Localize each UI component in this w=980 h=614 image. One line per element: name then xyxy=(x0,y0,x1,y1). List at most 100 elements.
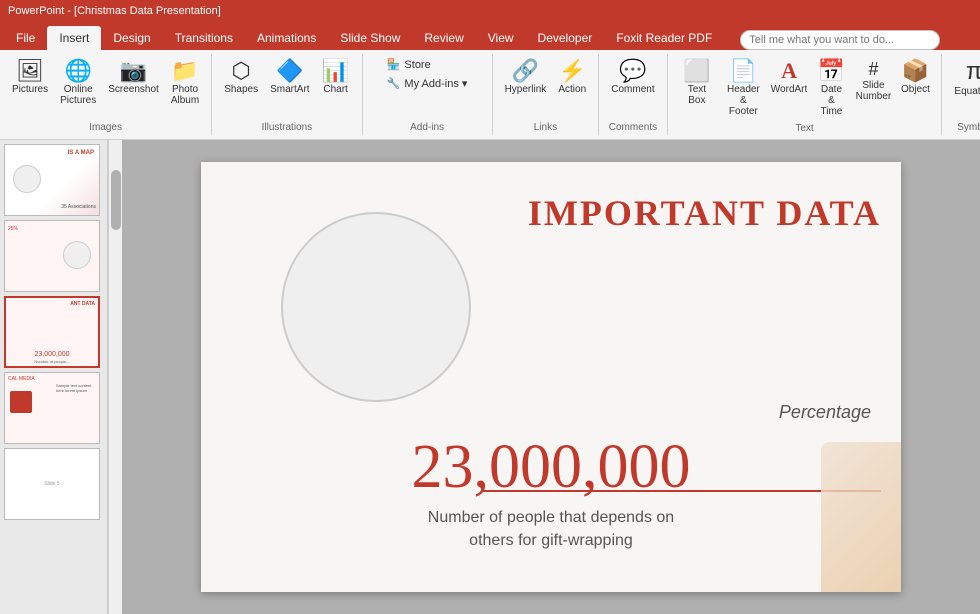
slide-thumb-4[interactable]: CAL MEDIA Sample text content here lorem… xyxy=(4,372,100,444)
hyperlink-button[interactable]: 🔗 Hyperlink xyxy=(499,56,553,99)
title-bar-text: PowerPoint - [Christmas Data Presentatio… xyxy=(8,5,221,17)
slide-panel: 1 IS A MAP 35 Associations 2 25% 3 xyxy=(0,140,108,614)
slide-4-label: CAL MEDIA xyxy=(8,376,35,382)
slide-canvas: IMPORTANT DATA Percentage 23,000,000 Num… xyxy=(201,162,901,592)
myadd-label: My Add-ins ▾ xyxy=(404,77,467,90)
slide-thumb-1[interactable]: IS A MAP 35 Associations xyxy=(4,144,100,216)
object-button[interactable]: 📦 Object xyxy=(895,56,935,99)
ribbon-group-addins-items: 🏪 Store 🔧 My Add-ins ▾ xyxy=(383,56,472,120)
slide-4-text: Sample text content here lorem ipsum xyxy=(56,383,96,393)
chart-icon: 📊 xyxy=(322,60,349,82)
slide-3-title: ANT DATA xyxy=(70,301,95,307)
tab-file[interactable]: File xyxy=(4,26,47,50)
chart-button[interactable]: 📊 Chart xyxy=(316,56,356,99)
slide-number-icon: # xyxy=(868,60,878,78)
date-time-icon: 📅 xyxy=(818,60,845,82)
tab-foxit[interactable]: Foxit Reader PDF xyxy=(604,26,724,50)
addins-group-label: Add-ins xyxy=(369,120,486,133)
store-button[interactable]: 🏪 Store xyxy=(383,56,472,73)
myadd-icon: 🔧 xyxy=(387,77,401,90)
slide-percentage-label: Percentage xyxy=(779,402,871,423)
slide-1-wrapper: 1 IS A MAP 35 Associations xyxy=(4,144,103,216)
slide-1-title: IS A MAP xyxy=(68,150,94,156)
tab-animations[interactable]: Animations xyxy=(245,26,328,50)
smartart-button[interactable]: 🔷 SmartArt xyxy=(264,56,315,99)
slide-thumb-4-inner: CAL MEDIA Sample text content here lorem… xyxy=(5,373,99,443)
textbox-label: Text Box xyxy=(680,84,715,106)
tab-transitions[interactable]: Transitions xyxy=(163,26,245,50)
ribbon-group-links-items: 🔗 Hyperlink ⚡ Action xyxy=(499,56,593,120)
tab-insert[interactable]: Insert xyxy=(47,26,101,50)
slide-thumb-2[interactable]: 25% xyxy=(4,220,100,292)
screenshot-label: Screenshot xyxy=(108,84,159,95)
tab-developer[interactable]: Developer xyxy=(526,26,605,50)
slide-big-number: 23,000,000 xyxy=(201,432,901,503)
action-button[interactable]: ⚡ Action xyxy=(552,56,592,99)
object-label: Object xyxy=(901,84,930,95)
online-pictures-label: OnlinePictures xyxy=(60,84,96,106)
photo-album-button[interactable]: 📁 PhotoAlbum xyxy=(165,56,205,110)
ribbon-group-illustrations-items: ⬡ Shapes 🔷 SmartArt 📊 Chart xyxy=(218,56,355,120)
photo-album-label: PhotoAlbum xyxy=(171,84,199,106)
links-group-label: Links xyxy=(499,120,593,133)
online-pictures-button[interactable]: 🌐 OnlinePictures xyxy=(54,56,102,110)
shapes-button[interactable]: ⬡ Shapes xyxy=(218,56,264,99)
object-icon: 📦 xyxy=(902,60,929,82)
symbols-group-label: Symb... xyxy=(948,120,980,133)
myadd-button[interactable]: 🔧 My Add-ins ▾ xyxy=(383,75,472,92)
slide-3-desc: Number of people... xyxy=(6,359,98,364)
tab-review[interactable]: Review xyxy=(412,26,475,50)
ribbon: 🖼 Pictures 🌐 OnlinePictures 📷 Screenshot… xyxy=(0,50,980,140)
canvas-area: IMPORTANT DATA Percentage 23,000,000 Num… xyxy=(122,140,980,614)
store-label: Store xyxy=(404,59,430,71)
ribbon-group-text: ⬜ Text Box 📄 Header& Footer A WordArt 📅 … xyxy=(668,54,943,135)
ribbon-group-images: 🖼 Pictures 🌐 OnlinePictures 📷 Screenshot… xyxy=(0,54,212,135)
comment-button[interactable]: 💬 Comment xyxy=(605,56,660,99)
textbox-button[interactable]: ⬜ Text Box xyxy=(674,56,721,110)
tell-me-input[interactable] xyxy=(740,30,940,50)
tell-me-area xyxy=(724,30,980,50)
header-footer-icon: 📄 xyxy=(730,60,757,82)
slide-number-button[interactable]: # SlideNumber xyxy=(851,56,895,106)
ribbon-group-symbols: π Equation Symb... xyxy=(942,54,980,135)
slide-1-circle xyxy=(13,165,41,193)
slide-description-line2: others for gift-wrapping xyxy=(201,530,901,552)
shapes-label: Shapes xyxy=(224,84,258,95)
slide-number-label: SlideNumber xyxy=(856,80,892,102)
scrollbar[interactable] xyxy=(108,140,122,614)
chart-label: Chart xyxy=(323,84,347,95)
screenshot-button[interactable]: 📷 Screenshot xyxy=(102,56,165,99)
wordart-label: WordArt xyxy=(771,84,808,95)
slide-5-placeholder: Slide 5 xyxy=(44,481,59,487)
illustrations-group-label: Illustrations xyxy=(218,120,355,133)
ribbon-group-symbols-items: π Equation xyxy=(948,56,980,120)
hyperlink-label: Hyperlink xyxy=(505,84,547,95)
images-group-label: Images xyxy=(6,120,205,133)
slide-thumb-3[interactable]: ANT DATA 23,000,000 Number of people... xyxy=(4,296,100,368)
equation-button[interactable]: π Equation xyxy=(948,56,980,101)
comment-icon: 💬 xyxy=(619,60,646,82)
textbox-icon: ⬜ xyxy=(683,60,710,82)
pictures-icon: 🖼 xyxy=(16,60,44,82)
slide-thumb-5[interactable]: Slide 5 xyxy=(4,448,100,520)
slide-thumb-5-inner: Slide 5 xyxy=(5,449,99,519)
slide-decoration xyxy=(821,442,901,592)
header-footer-button[interactable]: 📄 Header& Footer xyxy=(720,56,767,121)
slide-thumb-3-inner: ANT DATA 23,000,000 Number of people... xyxy=(6,298,98,366)
equation-label: Equation xyxy=(954,86,980,97)
scroll-thumb[interactable] xyxy=(111,170,121,230)
tab-slideshow[interactable]: Slide Show xyxy=(328,26,412,50)
tab-view[interactable]: View xyxy=(476,26,526,50)
equation-icon: π xyxy=(966,60,980,84)
slide-3-wrapper: 3 ANT DATA 23,000,000 Number of people..… xyxy=(4,296,103,368)
pictures-button[interactable]: 🖼 Pictures xyxy=(6,56,54,99)
smartart-label: SmartArt xyxy=(270,84,309,95)
tab-design[interactable]: Design xyxy=(101,26,162,50)
wordart-button[interactable]: A WordArt xyxy=(767,56,812,99)
date-time-label: Date &Time xyxy=(817,84,845,117)
date-time-button[interactable]: 📅 Date &Time xyxy=(811,56,851,121)
slide-thumb-1-inner: IS A MAP 35 Associations xyxy=(5,145,99,215)
hyperlink-icon: 🔗 xyxy=(512,60,539,82)
text-group-label: Text xyxy=(674,121,936,134)
main-area: 1 IS A MAP 35 Associations 2 25% 3 xyxy=(0,140,980,614)
